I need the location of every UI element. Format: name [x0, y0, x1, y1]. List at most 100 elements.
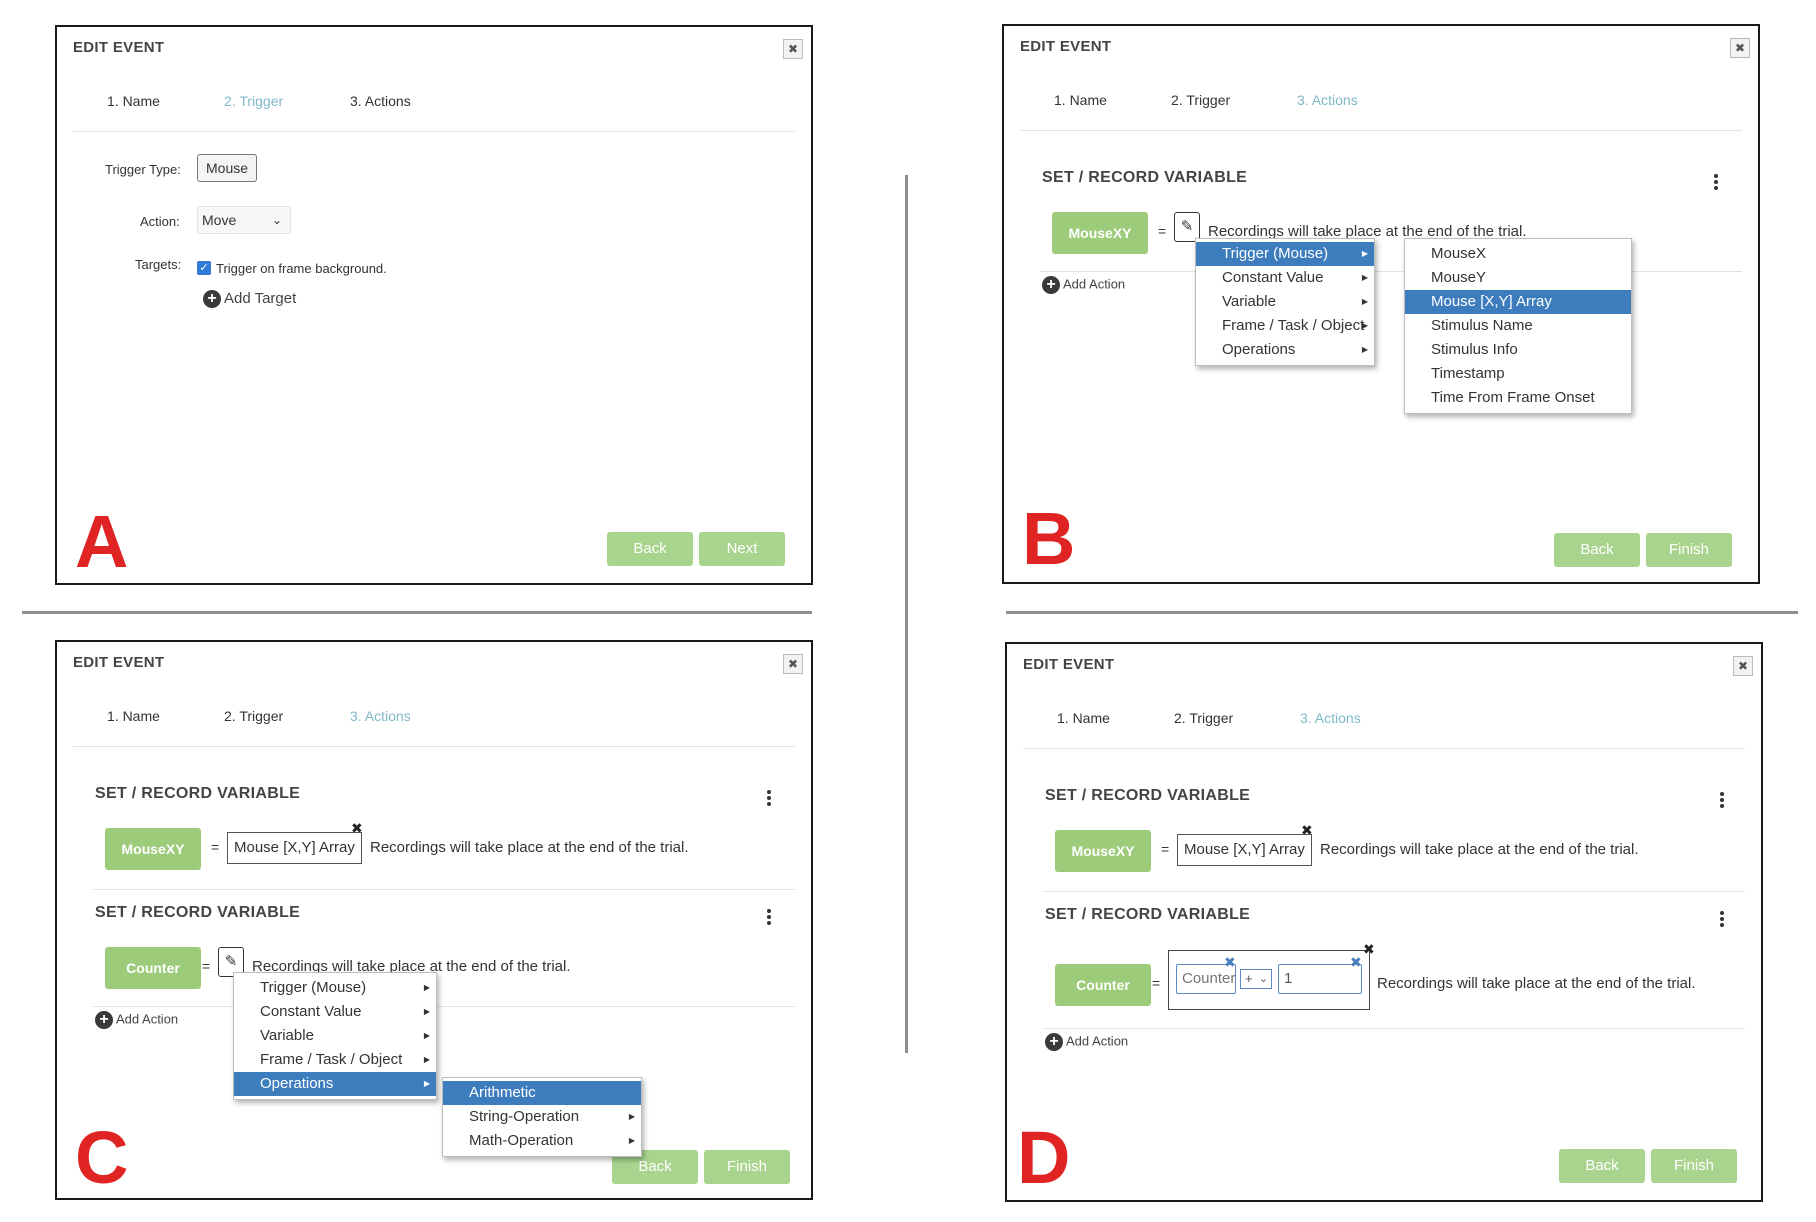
- caret-right-icon: ▶: [1361, 321, 1368, 330]
- menu-item-time-from-frame-onset[interactable]: Time From Frame Onset: [1405, 386, 1631, 410]
- menu-item-label: Trigger (Mouse): [1222, 245, 1329, 262]
- panel-letter-b: B: [1022, 497, 1076, 580]
- menu-item-constant-value[interactable]: Constant Value ▶: [234, 1000, 436, 1024]
- menu-item-frame-task-object[interactable]: Frame / Task / Object ▶: [1196, 314, 1374, 338]
- finish-button[interactable]: Finish: [1646, 533, 1732, 567]
- add-action-button[interactable]: + Add Action: [1045, 1033, 1128, 1051]
- action-separator: [1043, 891, 1745, 892]
- remove-value-icon[interactable]: ✖: [1301, 823, 1313, 837]
- add-target-button[interactable]: + Add Target: [203, 290, 297, 309]
- menu-item-constant-value[interactable]: Constant Value ▶: [1196, 266, 1374, 290]
- add-action-label: Add Action: [1066, 1033, 1129, 1049]
- value-mouse-array[interactable]: Mouse [X,Y] Array: [1177, 834, 1312, 866]
- equals-sign: =: [202, 958, 211, 974]
- close-icon[interactable]: ✖: [1733, 656, 1753, 676]
- operator-select[interactable]: + ⌄: [1240, 969, 1272, 989]
- variable-pill-counter[interactable]: Counter: [105, 947, 201, 989]
- menu-item-arithmetic[interactable]: Arithmetic: [443, 1081, 641, 1105]
- next-button[interactable]: Next: [699, 532, 785, 566]
- more-options-icon[interactable]: [1719, 792, 1725, 810]
- menu-item-label: Frame / Task / Object: [260, 1051, 403, 1068]
- menu-item-stimulus-info[interactable]: Stimulus Info: [1405, 338, 1631, 362]
- more-options-icon[interactable]: [766, 909, 772, 927]
- tab-trigger[interactable]: 2. Trigger: [1174, 710, 1233, 726]
- vertical-divider: [905, 175, 908, 1053]
- action-select-value: Move: [202, 212, 237, 228]
- menu-item-label: Constant Value: [1222, 269, 1324, 286]
- caret-right-icon: ▶: [628, 1112, 635, 1121]
- equals-sign: =: [1158, 223, 1167, 239]
- action-select[interactable]: Move ⌄: [197, 206, 291, 234]
- chevron-down-icon: ⌄: [271, 213, 282, 227]
- tab-name[interactable]: 1. Name: [1054, 92, 1107, 108]
- variable-pill-mousexy[interactable]: MouseXY: [105, 828, 201, 870]
- tab-actions[interactable]: 3. Actions: [350, 708, 411, 724]
- panel-letter-d: D: [1017, 1116, 1071, 1199]
- tab-trigger[interactable]: 2. Trigger: [224, 708, 283, 724]
- menu-item-timestamp[interactable]: Timestamp: [1405, 362, 1631, 386]
- back-button[interactable]: Back: [1554, 533, 1640, 567]
- plus-icon: +: [203, 290, 221, 309]
- value-source-menu: Trigger (Mouse) ▶ Constant Value ▶ Variabl…: [1195, 238, 1375, 366]
- menu-item-operations[interactable]: Operations ▶: [1196, 338, 1374, 362]
- variable-pill-counter[interactable]: Counter: [1055, 964, 1151, 1006]
- menu-item-frame-task-object[interactable]: Frame / Task / Object ▶: [234, 1048, 436, 1072]
- tab-name[interactable]: 1. Name: [107, 708, 160, 724]
- caret-right-icon: ▶: [423, 1031, 430, 1040]
- plus-icon: +: [1042, 276, 1060, 294]
- edit-event-dialog-c: EDIT EVENT ✖ 1. Name 2. Trigger 3. Actio…: [55, 640, 813, 1200]
- menu-item-trigger-mouse[interactable]: Trigger (Mouse) ▶: [1196, 242, 1374, 266]
- back-button[interactable]: Back: [1559, 1149, 1645, 1183]
- tab-actions[interactable]: 3. Actions: [350, 93, 411, 109]
- menu-item-string-operation[interactable]: String-Operation ▶: [443, 1105, 641, 1129]
- section-title: SET / RECORD VARIABLE: [1042, 169, 1248, 186]
- trigger-type-button[interactable]: Mouse: [197, 154, 258, 182]
- close-icon[interactable]: ✖: [783, 39, 803, 59]
- dialog-title: EDIT EVENT: [73, 39, 165, 56]
- add-target-label: Add Target: [224, 290, 297, 307]
- menu-item-variable[interactable]: Variable ▶: [234, 1024, 436, 1048]
- remove-operand-right-icon[interactable]: ✖: [1350, 955, 1362, 969]
- panel-letter-a: A: [75, 500, 129, 583]
- tab-trigger[interactable]: 2. Trigger: [224, 93, 283, 109]
- more-options-icon[interactable]: [1713, 174, 1719, 192]
- menu-item-label: Constant Value: [260, 1003, 362, 1020]
- variable-pill-mousexy[interactable]: MouseXY: [1052, 212, 1148, 254]
- close-icon[interactable]: ✖: [783, 654, 803, 674]
- tab-name[interactable]: 1. Name: [1057, 710, 1110, 726]
- caret-right-icon: ▶: [423, 1007, 430, 1016]
- operator-value: +: [1245, 971, 1253, 986]
- tab-trigger[interactable]: 2. Trigger: [1171, 92, 1230, 108]
- remove-operand-left-icon[interactable]: ✖: [1224, 955, 1236, 969]
- section-title-1: SET / RECORD VARIABLE: [95, 785, 301, 802]
- value-mouse-array[interactable]: Mouse [X,Y] Array: [227, 832, 362, 864]
- close-icon[interactable]: ✖: [1730, 38, 1750, 58]
- remove-expression-icon[interactable]: ✖: [1363, 942, 1375, 956]
- operations-submenu: Arithmetic String-Operation ▶ Math-Operat…: [442, 1077, 642, 1157]
- targets-label: Targets:: [135, 257, 182, 272]
- back-button[interactable]: Back: [607, 532, 693, 566]
- equals-sign: =: [1152, 975, 1161, 991]
- variable-pill-mousexy[interactable]: MouseXY: [1055, 830, 1151, 872]
- arithmetic-expression[interactable]: Counter ✖ + ⌄ 1 ✖: [1168, 950, 1370, 1010]
- finish-button[interactable]: Finish: [704, 1150, 790, 1184]
- menu-item-mousex[interactable]: MouseX: [1405, 242, 1631, 266]
- tab-actions[interactable]: 3. Actions: [1297, 92, 1358, 108]
- menu-item-mouse-array[interactable]: Mouse [X,Y] Array: [1405, 290, 1631, 314]
- finish-button[interactable]: Finish: [1651, 1149, 1737, 1183]
- menu-item-mousey[interactable]: MouseY: [1405, 266, 1631, 290]
- horizontal-divider-left: [22, 611, 812, 614]
- menu-item-stimulus-name[interactable]: Stimulus Name: [1405, 314, 1631, 338]
- trigger-background-checkbox[interactable]: ✓: [197, 261, 211, 275]
- tab-name[interactable]: 1. Name: [107, 93, 160, 109]
- remove-value-icon[interactable]: ✖: [351, 821, 363, 835]
- menu-item-trigger-mouse[interactable]: Trigger (Mouse) ▶: [234, 976, 436, 1000]
- menu-item-math-operation[interactable]: Math-Operation ▶: [443, 1129, 641, 1153]
- more-options-icon[interactable]: [1719, 911, 1725, 929]
- more-options-icon[interactable]: [766, 790, 772, 808]
- tab-actions[interactable]: 3. Actions: [1300, 710, 1361, 726]
- menu-item-operations[interactable]: Operations ▶: [234, 1072, 436, 1096]
- menu-item-variable[interactable]: Variable ▶: [1196, 290, 1374, 314]
- add-action-button[interactable]: + Add Action: [95, 1011, 178, 1029]
- add-action-button[interactable]: + Add Action: [1042, 276, 1125, 294]
